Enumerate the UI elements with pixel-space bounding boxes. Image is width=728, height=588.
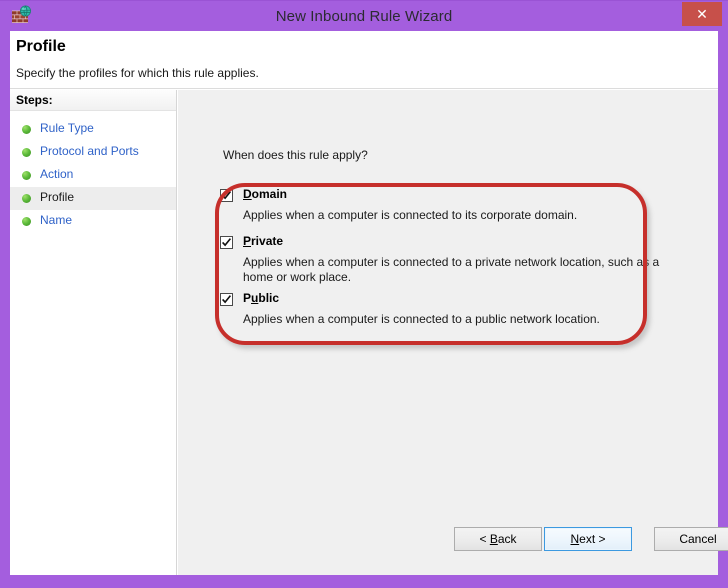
profile-option-domain: Domain Applies when a computer is connec… — [220, 188, 680, 223]
private-checkbox[interactable] — [220, 236, 233, 249]
wizard-window: New Inbound Rule Wizard ✕ Profile Specif… — [0, 0, 728, 588]
domain-accel: D — [243, 187, 252, 201]
profile-options-group: Domain Applies when a computer is connec… — [220, 188, 680, 327]
question-label: When does this rule apply? — [223, 148, 368, 162]
bullet-icon — [22, 125, 31, 134]
public-checkbox[interactable] — [220, 293, 233, 306]
next-accel: N — [570, 532, 579, 546]
steps-header: Steps: — [10, 90, 176, 111]
next-suffix: ext > — [579, 532, 605, 546]
bullet-icon — [22, 217, 31, 226]
sidebar-item-action[interactable]: Action — [10, 164, 176, 187]
sidebar-item-protocol-and-ports[interactable]: Protocol and Ports — [10, 141, 176, 164]
domain-description: Applies when a computer is connected to … — [243, 208, 668, 223]
spacer — [220, 285, 680, 292]
bullet-icon — [22, 194, 31, 203]
private-label[interactable]: Private — [243, 234, 283, 248]
bullet-icon — [22, 171, 31, 180]
public-label-pre: P — [243, 291, 251, 305]
close-icon[interactable]: ✕ — [682, 2, 722, 26]
sidebar-item-profile[interactable]: Profile — [10, 187, 176, 210]
back-suffix: ack — [498, 532, 517, 546]
domain-checkbox[interactable] — [220, 189, 233, 202]
back-accel: B — [490, 532, 498, 546]
domain-label[interactable]: Domain — [243, 187, 287, 201]
page-title: Profile — [16, 38, 66, 56]
window-title: New Inbound Rule Wizard — [0, 1, 728, 32]
steps-header-label: Steps: — [16, 93, 53, 107]
sidebar-item-label: Name — [40, 213, 72, 227]
spacer — [220, 223, 680, 235]
profile-option-public: Public Applies when a computer is connec… — [220, 292, 680, 327]
bullet-icon — [22, 148, 31, 157]
cancel-button[interactable]: Cancel — [654, 527, 728, 551]
page-header: Profile Specify the profiles for which t… — [10, 31, 718, 89]
public-description: Applies when a computer is connected to … — [243, 312, 668, 327]
next-button[interactable]: Next > — [544, 527, 632, 551]
back-prefix: < — [479, 532, 489, 546]
title-bar: New Inbound Rule Wizard ✕ — [0, 0, 728, 32]
sidebar-item-label: Protocol and Ports — [40, 144, 139, 158]
public-label[interactable]: Public — [243, 291, 279, 305]
private-label-rest: rivate — [251, 234, 283, 248]
steps-sidebar: Steps: Rule Type Protocol and Ports Acti… — [10, 90, 177, 575]
page-subtitle: Specify the profiles for which this rule… — [16, 66, 259, 80]
sidebar-item-label: Rule Type — [40, 121, 94, 135]
back-button[interactable]: < Back — [454, 527, 542, 551]
sidebar-item-rule-type[interactable]: Rule Type — [10, 118, 176, 141]
client-area: Profile Specify the profiles for which t… — [10, 31, 718, 575]
wizard-buttons: < Back Next > Cancel — [178, 527, 718, 575]
public-label-rest: blic — [258, 291, 279, 305]
private-accel: P — [243, 234, 251, 248]
profile-option-private: Private Applies when a computer is conne… — [220, 235, 680, 285]
domain-label-rest: omain — [252, 187, 287, 201]
sidebar-item-label: Action — [40, 167, 73, 181]
sidebar-item-name[interactable]: Name — [10, 210, 176, 233]
content-pane: When does this rule apply? Domain Applie… — [178, 90, 718, 575]
private-description: Applies when a computer is connected to … — [243, 255, 668, 285]
sidebar-item-label: Profile — [40, 190, 74, 204]
